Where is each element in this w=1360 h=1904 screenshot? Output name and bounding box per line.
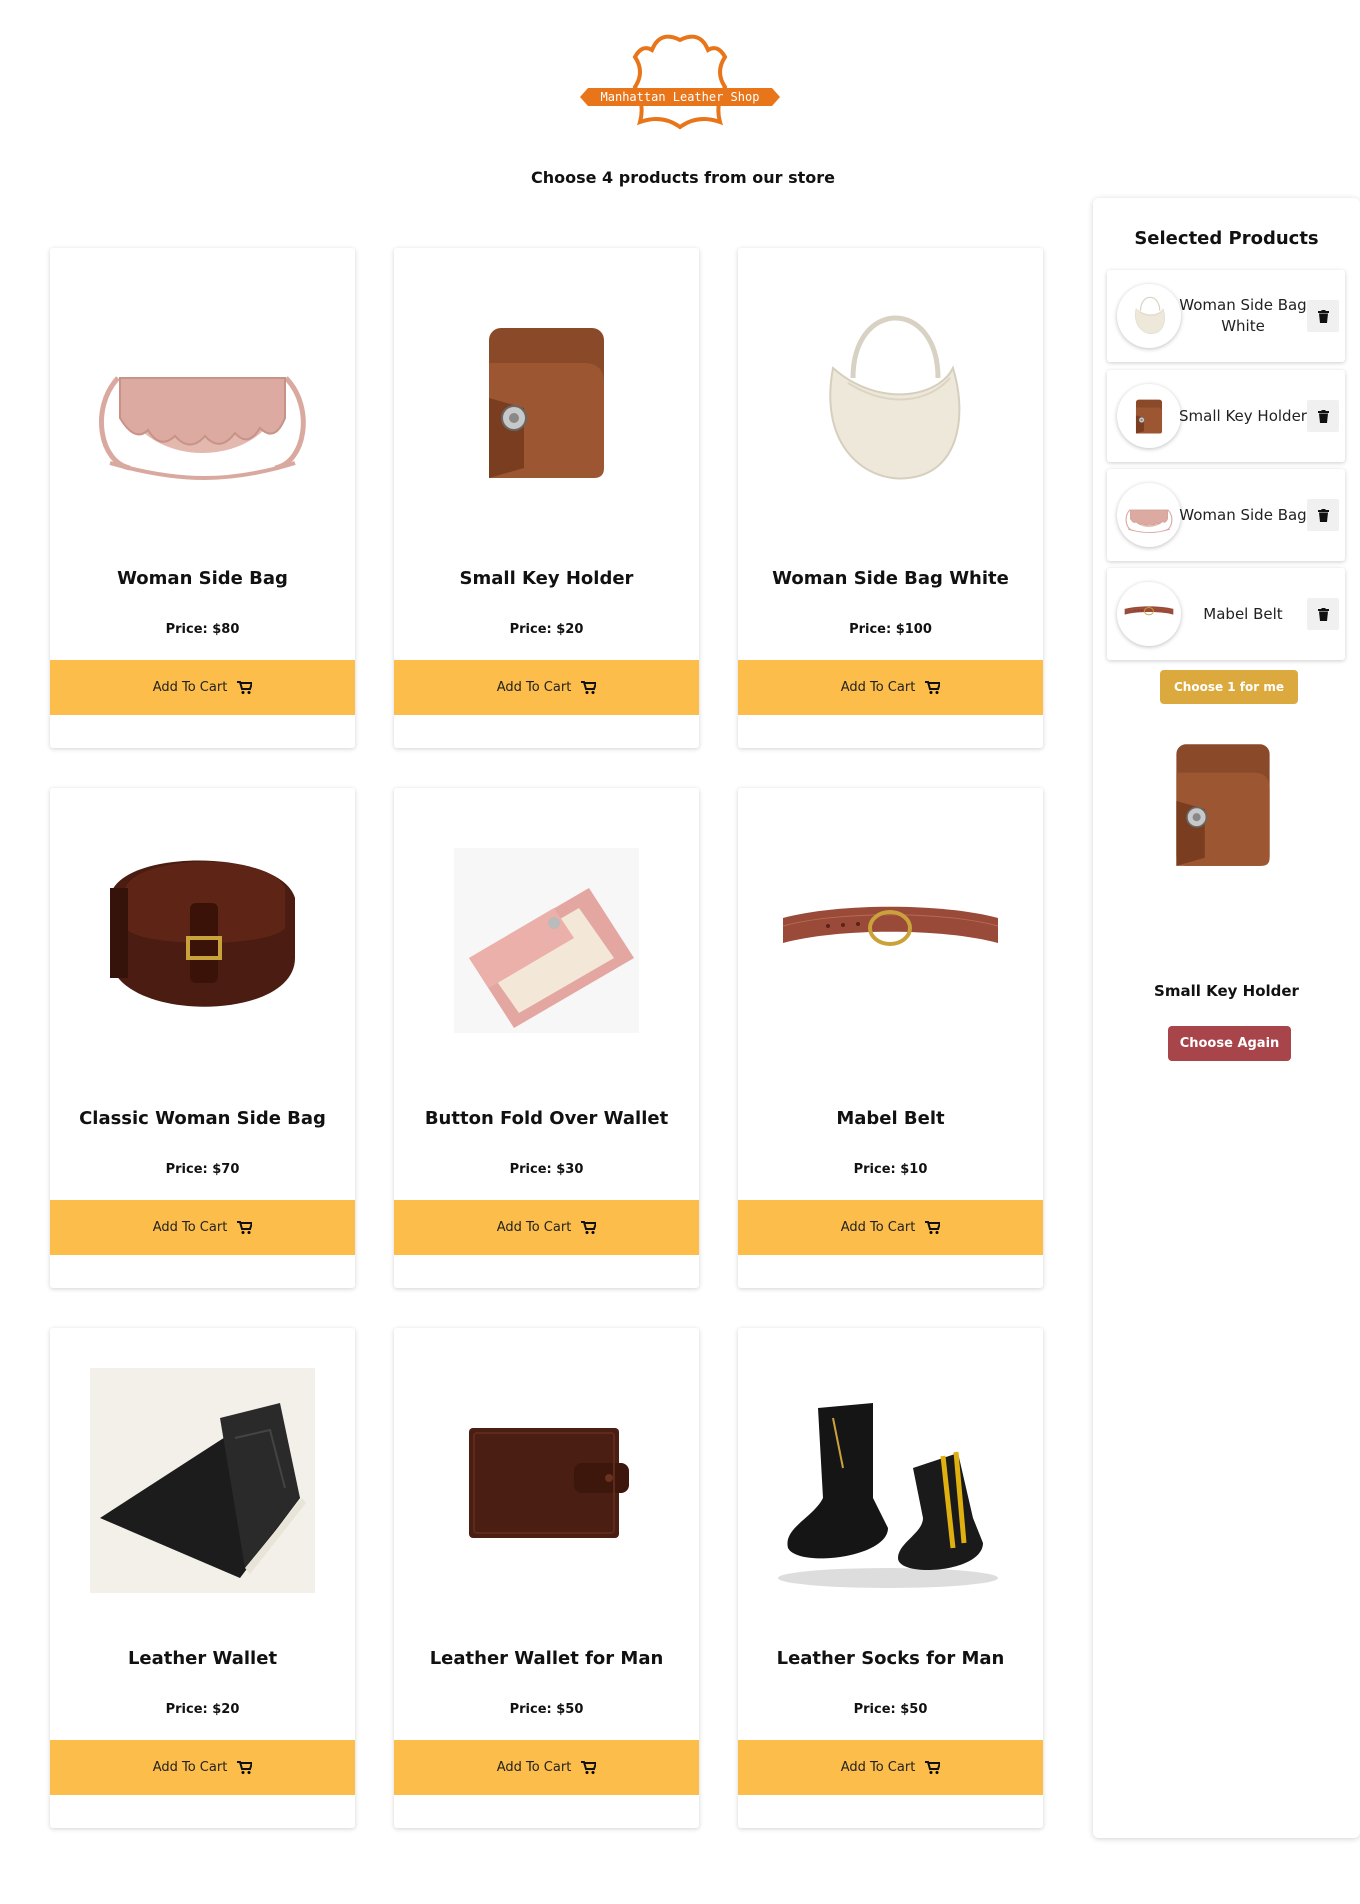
leather-wallet-image[interactable] bbox=[70, 1348, 335, 1613]
woman-side-bag-white-image[interactable] bbox=[758, 268, 1023, 533]
add-to-cart-label: Add To Cart bbox=[496, 680, 572, 695]
add-to-cart-button[interactable]: Add To Cart bbox=[50, 1740, 355, 1795]
remove-item-button[interactable] bbox=[1307, 300, 1339, 332]
product-price: Price: $20 bbox=[509, 622, 584, 637]
product-name[interactable]: Woman Side Bag White bbox=[738, 568, 1043, 589]
add-to-cart-label: Add To Cart bbox=[840, 1760, 916, 1775]
shop-logo[interactable]: Manhattan Leather Shop bbox=[580, 22, 780, 132]
leather-wallet-for-man-image[interactable] bbox=[414, 1348, 679, 1613]
product-card: Button Fold Over Wallet Price: $30 Add T… bbox=[394, 788, 699, 1288]
selected-item-name: Woman Side Bag bbox=[1179, 505, 1307, 524]
product-price: Price: $10 bbox=[853, 1162, 928, 1177]
selected-item-name: Mabel Belt bbox=[1203, 604, 1283, 623]
button-fold-over-wallet-image[interactable] bbox=[414, 808, 679, 1073]
product-price: Price: $50 bbox=[509, 1702, 584, 1717]
page-headline: Choose 4 products from our store bbox=[530, 168, 835, 187]
add-to-cart-button[interactable]: Add To Cart bbox=[394, 660, 699, 715]
cart-icon bbox=[237, 681, 253, 694]
add-to-cart-label: Add To Cart bbox=[840, 680, 916, 695]
mabel-belt-image[interactable] bbox=[758, 808, 1023, 1073]
chosen-product-name: Small Key Holder bbox=[1154, 982, 1299, 1000]
brand-name: Manhattan Leather Shop bbox=[601, 90, 760, 104]
trash-icon bbox=[1317, 309, 1329, 323]
add-to-cart-button[interactable]: Add To Cart bbox=[394, 1740, 699, 1795]
leather-socks-for-man-image[interactable] bbox=[758, 1348, 1023, 1613]
trash-icon bbox=[1317, 409, 1329, 423]
choose-again-button[interactable]: Choose Again bbox=[1168, 1026, 1291, 1061]
remove-item-button[interactable] bbox=[1307, 400, 1339, 432]
cart-icon bbox=[925, 681, 941, 694]
product-price: Price: $70 bbox=[165, 1162, 240, 1177]
product-name[interactable]: Leather Wallet for Man bbox=[394, 1648, 699, 1669]
trash-icon bbox=[1317, 508, 1329, 522]
cart-icon bbox=[237, 1221, 253, 1234]
add-to-cart-label: Add To Cart bbox=[152, 1220, 228, 1235]
product-price: Price: $50 bbox=[853, 1702, 928, 1717]
add-to-cart-button[interactable]: Add To Cart bbox=[738, 1200, 1043, 1255]
selected-item-thumbnail bbox=[1117, 284, 1181, 348]
product-card: Mabel Belt Price: $10 Add To Cart bbox=[738, 788, 1043, 1288]
classic-woman-side-bag-image[interactable] bbox=[70, 808, 335, 1073]
add-to-cart-button[interactable]: Add To Cart bbox=[50, 1200, 355, 1255]
remove-item-button[interactable] bbox=[1307, 499, 1339, 531]
add-to-cart-label: Add To Cart bbox=[840, 1220, 916, 1235]
product-name[interactable]: Small Key Holder bbox=[394, 568, 699, 589]
chosen-product-image bbox=[1148, 728, 1298, 878]
selected-item: Woman Side Bag White bbox=[1107, 270, 1345, 362]
add-to-cart-label: Add To Cart bbox=[152, 1760, 228, 1775]
choose-for-me-button[interactable]: Choose 1 for me bbox=[1160, 670, 1298, 704]
cart-icon bbox=[581, 1221, 597, 1234]
add-to-cart-label: Add To Cart bbox=[496, 1760, 572, 1775]
add-to-cart-button[interactable]: Add To Cart bbox=[738, 660, 1043, 715]
add-to-cart-button[interactable]: Add To Cart bbox=[738, 1740, 1043, 1795]
product-name[interactable]: Mabel Belt bbox=[738, 1108, 1043, 1129]
selected-item: Mabel Belt bbox=[1107, 568, 1345, 660]
selected-item-name: Woman Side Bag White bbox=[1179, 296, 1307, 335]
cart-icon bbox=[925, 1761, 941, 1774]
trash-icon bbox=[1317, 607, 1329, 621]
product-price: Price: $30 bbox=[509, 1162, 584, 1177]
selected-item-thumbnail bbox=[1117, 384, 1181, 448]
product-card: Leather Wallet for Man Price: $50 Add To… bbox=[394, 1328, 699, 1828]
remove-item-button[interactable] bbox=[1307, 598, 1339, 630]
selected-item-thumbnail bbox=[1117, 582, 1181, 646]
selected-item-thumbnail bbox=[1117, 483, 1181, 547]
product-name[interactable]: Woman Side Bag bbox=[50, 568, 355, 589]
woman-side-bag-image[interactable] bbox=[70, 268, 335, 533]
add-to-cart-label: Add To Cart bbox=[152, 680, 228, 695]
product-price: Price: $100 bbox=[849, 622, 932, 637]
product-price: Price: $20 bbox=[165, 1702, 240, 1717]
selected-products-title: Selected Products bbox=[1134, 228, 1319, 249]
selected-item-name: Small Key Holder bbox=[1179, 406, 1307, 425]
product-card: Leather Wallet Price: $20 Add To Cart bbox=[50, 1328, 355, 1828]
cart-icon bbox=[237, 1761, 253, 1774]
selected-item: Woman Side Bag bbox=[1107, 469, 1345, 561]
product-name[interactable]: Leather Socks for Man bbox=[738, 1648, 1043, 1669]
cart-icon bbox=[581, 1761, 597, 1774]
product-price: Price: $80 bbox=[165, 622, 240, 637]
selected-item: Small Key Holder bbox=[1107, 370, 1345, 462]
product-name[interactable]: Button Fold Over Wallet bbox=[394, 1108, 699, 1129]
add-to-cart-button[interactable]: Add To Cart bbox=[394, 1200, 699, 1255]
add-to-cart-label: Add To Cart bbox=[496, 1220, 572, 1235]
product-card: Woman Side Bag White Price: $100 Add To … bbox=[738, 248, 1043, 748]
product-card: Classic Woman Side Bag Price: $70 Add To… bbox=[50, 788, 355, 1288]
product-name[interactable]: Classic Woman Side Bag bbox=[50, 1108, 355, 1129]
product-name[interactable]: Leather Wallet bbox=[50, 1648, 355, 1669]
product-card: Small Key Holder Price: $20 Add To Cart bbox=[394, 248, 699, 748]
selected-products-panel: Selected Products Woman Side Bag White S… bbox=[1093, 198, 1360, 1838]
product-card: Woman Side Bag Price: $80 Add To Cart bbox=[50, 248, 355, 748]
cart-icon bbox=[581, 681, 597, 694]
small-key-holder-image[interactable] bbox=[414, 268, 679, 533]
cart-icon bbox=[925, 1221, 941, 1234]
add-to-cart-button[interactable]: Add To Cart bbox=[50, 660, 355, 715]
product-card: Leather Socks for Man Price: $50 Add To … bbox=[738, 1328, 1043, 1828]
